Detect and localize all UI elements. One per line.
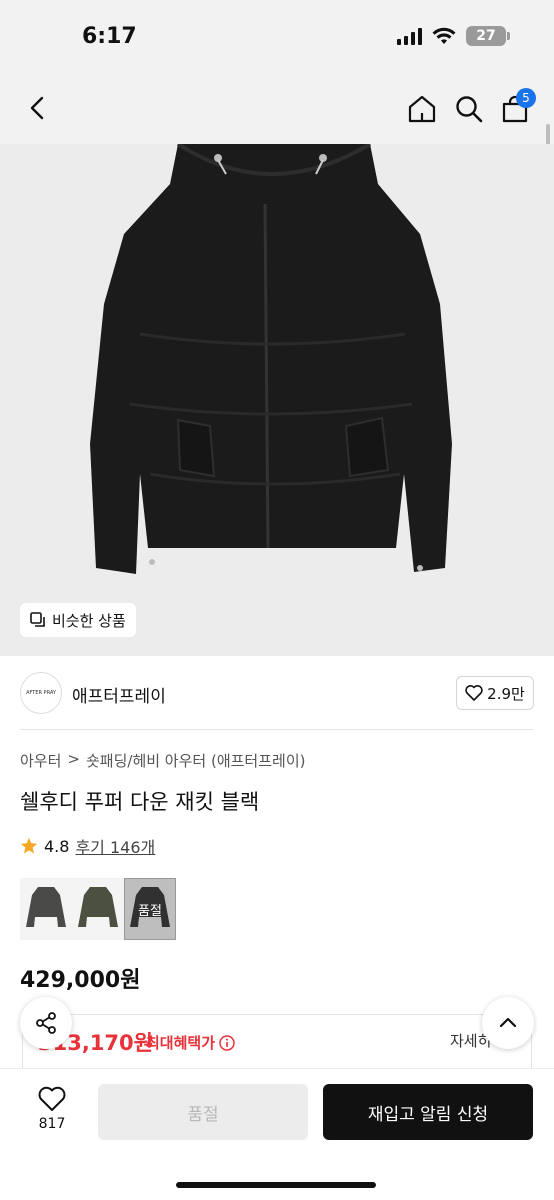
heart-icon	[38, 1086, 66, 1111]
share-icon	[36, 1012, 56, 1034]
review-count-link[interactable]: 후기 146개	[75, 834, 155, 858]
product-image[interactable]	[0, 144, 554, 656]
wifi-icon	[432, 27, 456, 44]
similar-products-button[interactable]: 비슷한 상품	[20, 603, 136, 637]
share-button[interactable]	[20, 997, 72, 1049]
product-title: 쉘후디 푸퍼 다운 재킷 블랙	[20, 790, 260, 814]
breadcrumb-category[interactable]: 아우터	[20, 750, 61, 771]
chevron-up-icon	[499, 1017, 517, 1028]
max-benefit-text: 최대혜택가	[146, 1034, 216, 1052]
wishlist-count: 817	[38, 1116, 66, 1132]
brand-like-button[interactable]: 2.9만	[456, 676, 534, 710]
soldout-label: 품절	[138, 903, 162, 919]
divider	[20, 729, 534, 730]
battery-icon: 27	[466, 26, 510, 46]
soldout-button[interactable]: 품절	[98, 1084, 308, 1140]
similar-products-label: 비슷한 상품	[52, 611, 126, 630]
breadcrumb-subcategory[interactable]: 숏패딩/헤비 아우터 (애프터프레이)	[86, 750, 306, 771]
color-option-charcoal[interactable]	[20, 878, 72, 940]
status-bar: 6:17 27	[0, 0, 554, 72]
color-option-black[interactable]: 품절	[124, 878, 176, 940]
brand-logo[interactable]: AFTER PRAY	[20, 672, 62, 714]
rating-score: 4.8	[44, 836, 70, 856]
max-benefit-label: 최대혜택가	[146, 1032, 235, 1053]
heart-icon	[465, 685, 483, 701]
status-icons: 27	[397, 26, 510, 46]
signal-icon	[397, 27, 422, 45]
breadcrumb-separator: >	[67, 750, 80, 768]
breadcrumb: 아우터 > 숏패딩/헤비 아우터 (애프터프레이)	[20, 750, 305, 771]
back-icon[interactable]	[24, 94, 52, 122]
jacket-thumbnail	[26, 887, 66, 927]
copy-icon	[30, 612, 45, 627]
brand-row: AFTER PRAY 애프터프레이 2.9만	[0, 664, 554, 724]
brand-like-count: 2.9만	[487, 684, 525, 703]
cart-button[interactable]: 5	[500, 88, 536, 124]
search-icon[interactable]	[454, 94, 484, 124]
home-indicator	[176, 1182, 376, 1188]
wishlist-button[interactable]: 817	[30, 1086, 74, 1132]
top-nav: 5	[0, 72, 554, 144]
cart-count-badge: 5	[516, 88, 536, 108]
info-icon[interactable]	[219, 1034, 235, 1051]
brand-name[interactable]: 애프터프레이	[72, 682, 166, 707]
home-icon[interactable]	[407, 94, 437, 124]
jacket-thumbnail	[78, 887, 118, 927]
color-option-khaki[interactable]	[72, 878, 124, 940]
scroll-top-button[interactable]	[482, 997, 534, 1049]
color-options: 품절	[20, 878, 176, 940]
brand-logo-text: AFTER PRAY	[26, 690, 56, 696]
status-time: 6:17	[82, 24, 137, 49]
product-price: 429,000원	[20, 968, 141, 993]
star-icon	[20, 837, 38, 854]
restock-alert-button[interactable]: 재입고 알림 신청	[323, 1084, 533, 1140]
rating-row: 4.8 후기 146개	[20, 834, 155, 858]
puffer-jacket-image	[90, 144, 452, 574]
